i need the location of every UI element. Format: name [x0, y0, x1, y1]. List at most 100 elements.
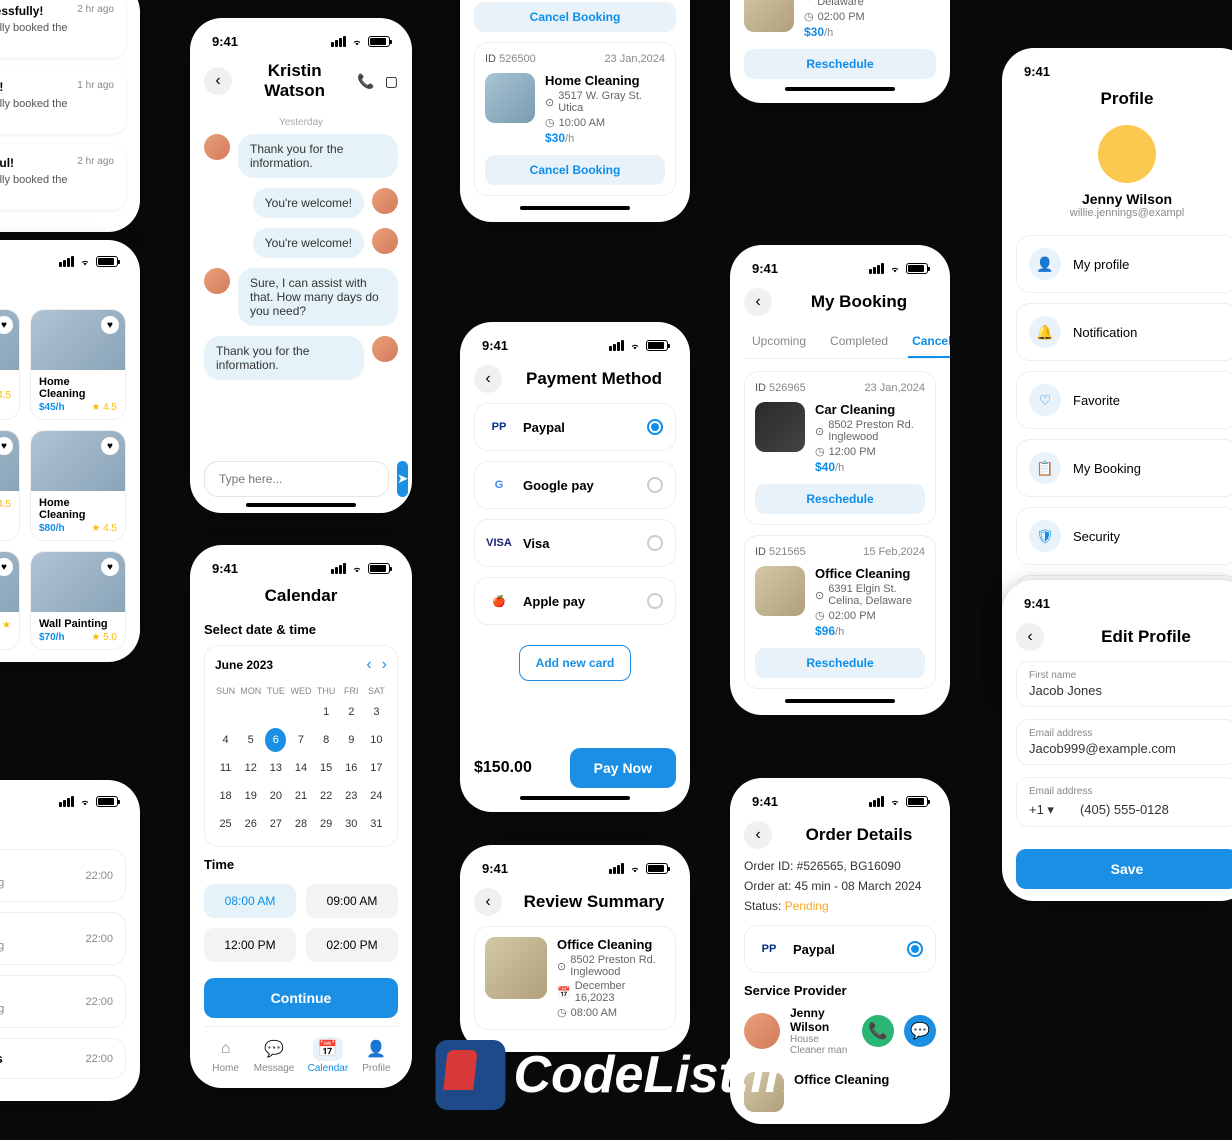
continue-button[interactable]: Continue — [204, 978, 398, 1018]
save-button[interactable]: Save — [1016, 849, 1232, 889]
calendar-day[interactable]: 11 — [215, 756, 236, 780]
favorite-card[interactable]: ♥ Wall Painting $70/h★ 5.0 — [30, 551, 126, 650]
favorite-card[interactable]: ♥ Home Cleaning $80/h★ 4.5 — [30, 430, 126, 541]
send-button[interactable]: ➤ — [397, 461, 408, 497]
calendar-day[interactable]: 21 — [290, 784, 311, 808]
tab[interactable]: Cancelled — [908, 326, 950, 358]
calendar-day[interactable] — [215, 700, 236, 724]
calendar-day[interactable]: 10 — [366, 728, 387, 752]
page-title: Payment Method — [512, 369, 676, 389]
heart-icon: ♥ — [0, 316, 13, 334]
heart-icon: ♥ — [101, 316, 119, 334]
calendar-day[interactable]: 15 — [316, 756, 337, 780]
profile-menu-item[interactable]: ♡Favorite — [1016, 371, 1232, 429]
calendar-day[interactable]: 9 — [341, 728, 362, 752]
calendar-day[interactable] — [265, 700, 286, 724]
notification-item[interactable]: Successful!1 hr ago ve successfully book… — [0, 68, 126, 134]
calendar-day[interactable]: 29 — [316, 812, 337, 836]
nav-item[interactable]: 📅Calendar — [308, 1037, 349, 1074]
input-field[interactable]: Email address +1 ▾ (405) 555-0128 — [1016, 777, 1232, 827]
calendar-day[interactable]: 5 — [240, 728, 261, 752]
calendar-day[interactable]: 18 — [215, 784, 236, 808]
calendar-day[interactable]: 16 — [341, 756, 362, 780]
next-month[interactable]: › — [382, 656, 387, 673]
calendar-day[interactable]: 8 — [316, 728, 337, 752]
back-button[interactable]: ‹ — [474, 365, 502, 393]
calendar-day[interactable]: 31 — [366, 812, 387, 836]
nav-item[interactable]: 👤Profile — [361, 1037, 391, 1074]
back-button[interactable]: ‹ — [744, 288, 772, 316]
back-button[interactable]: ‹ — [744, 821, 772, 849]
favorite-card[interactable]: ♥ ★ 4.5 — [0, 430, 20, 541]
message-item[interactable]: n Edwards 22:00 — [0, 1038, 126, 1079]
tab[interactable]: Completed — [826, 326, 892, 358]
calendar-day[interactable]: 4 — [215, 728, 236, 752]
calendar-day[interactable]: 1 — [316, 700, 337, 724]
calendar-day[interactable]: 7 — [290, 728, 311, 752]
calendar-day[interactable]: 19 — [240, 784, 261, 808]
calendar-day[interactable]: 24 — [366, 784, 387, 808]
clock-icon: ◷ — [557, 1006, 567, 1019]
favorite-card[interactable]: ♥ s ★ 4.5 — [0, 309, 20, 420]
calendar-day[interactable]: 14 — [290, 756, 311, 780]
calendar-day[interactable]: 23 — [341, 784, 362, 808]
pay-now-button[interactable]: Pay Now — [570, 748, 676, 788]
payment-option[interactable]: VISAVisa — [474, 519, 676, 567]
calendar-day[interactable]: 22 — [316, 784, 337, 808]
calendar-day[interactable]: 25 — [215, 812, 236, 836]
reschedule-button[interactable]: Reschedule — [744, 49, 936, 79]
payment-option[interactable]: GGoogle pay — [474, 461, 676, 509]
prev-month[interactable]: ‹ — [366, 656, 371, 673]
calendar-day[interactable]: 27 — [265, 812, 286, 836]
favorite-card[interactable]: ♥ Home Cleaning $45/h★ 4.5 — [30, 309, 126, 420]
add-card-button[interactable]: Add new card — [519, 645, 632, 681]
tab[interactable]: Upcoming — [748, 326, 810, 358]
payment-option[interactable]: 🍎Apple pay — [474, 577, 676, 625]
profile-menu-item[interactable]: 🔔Notification — [1016, 303, 1232, 361]
calendar-day[interactable]: 26 — [240, 812, 261, 836]
time-slot[interactable]: 08:00 AM — [204, 884, 296, 918]
time-slot[interactable]: 12:00 PM — [204, 928, 296, 962]
time-slot[interactable]: 09:00 AM — [306, 884, 398, 918]
cancel-booking-button[interactable]: Cancel Booking — [474, 2, 676, 32]
call-button[interactable]: 📞 — [862, 1015, 894, 1047]
back-button[interactable]: ‹ — [474, 888, 502, 916]
chat-input[interactable] — [204, 461, 389, 497]
reschedule-button[interactable]: Reschedule — [755, 648, 925, 678]
message-item[interactable]: rt Floresgood morning 22:00 — [0, 975, 126, 1028]
calendar-day[interactable]: 13 — [265, 756, 286, 780]
calendar-day[interactable]: 3 — [366, 700, 387, 724]
time-slot[interactable]: 02:00 PM — [306, 928, 398, 962]
calendar-day[interactable]: 2 — [341, 700, 362, 724]
nav-item[interactable]: ⌂Home — [211, 1037, 241, 1074]
calendar-day[interactable] — [290, 700, 311, 724]
calendar-day[interactable]: 12 — [240, 756, 261, 780]
notification-item[interactable]: g Successful!2 hr ago ve successfully bo… — [0, 144, 126, 210]
call-icon[interactable]: 📞 — [357, 73, 374, 90]
payment-method-row[interactable]: PPPaypal — [744, 925, 936, 973]
calendar-day[interactable]: 6 — [265, 728, 286, 752]
calendar-day[interactable]: 28 — [290, 812, 311, 836]
calendar-day[interactable]: 20 — [265, 784, 286, 808]
avatar — [372, 188, 398, 214]
input-field[interactable]: First name Jacob Jones — [1016, 661, 1232, 707]
calendar-day[interactable] — [240, 700, 261, 724]
profile-menu-item[interactable]: 🛡Security — [1016, 507, 1232, 565]
message-button[interactable]: 💬 — [904, 1015, 936, 1047]
cancel-booking-button[interactable]: Cancel Booking — [485, 155, 665, 185]
payment-option[interactable]: PPPaypal — [474, 403, 676, 451]
calendar-day[interactable]: 30 — [341, 812, 362, 836]
calendar-day[interactable]: 17 — [366, 756, 387, 780]
back-button[interactable]: ‹ — [204, 67, 232, 95]
profile-menu-item[interactable]: 📋My Booking — [1016, 439, 1232, 497]
profile-menu-item[interactable]: 👤My profile — [1016, 235, 1232, 293]
message-item[interactable]: rt Foxgood morning 22:00 — [0, 849, 126, 902]
favorite-card[interactable]: ♥ ★ — [0, 551, 20, 650]
notification-item[interactable]: Setup Sucessfully!2 hr ago ve successful… — [0, 0, 126, 58]
reschedule-button[interactable]: Reschedule — [755, 484, 925, 514]
input-field[interactable]: Email address Jacob999@example.com — [1016, 719, 1232, 765]
video-icon[interactable]: ▢ — [385, 73, 398, 90]
back-button[interactable]: ‹ — [1016, 623, 1044, 651]
message-item[interactable]: y Wilsongood morning 22:00 — [0, 912, 126, 965]
nav-item[interactable]: 💬Message — [254, 1037, 295, 1074]
